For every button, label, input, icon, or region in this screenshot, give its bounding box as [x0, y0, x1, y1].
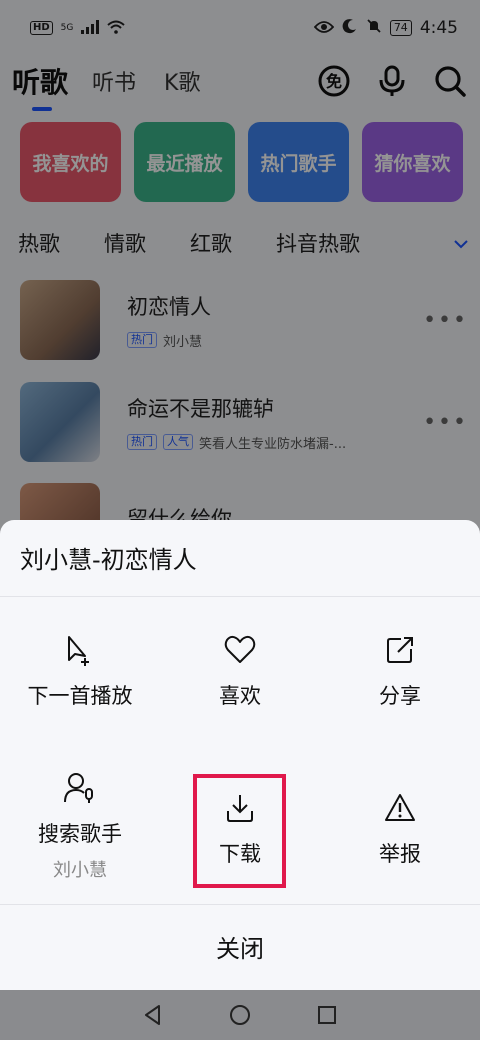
share-label: 分享	[379, 684, 421, 708]
sheet-title: 刘小慧-初恋情人	[20, 546, 197, 574]
share-icon	[382, 632, 418, 668]
play-next-label: 下一首播放	[27, 684, 133, 708]
divider	[0, 904, 480, 905]
recents-icon[interactable]	[312, 1000, 342, 1030]
divider	[0, 596, 480, 597]
home-icon[interactable]	[225, 1000, 255, 1030]
like-button[interactable]: 喜欢	[160, 632, 320, 710]
report-button[interactable]: 举报	[320, 790, 480, 868]
back-icon[interactable]	[138, 1000, 168, 1030]
search-singer-label: 搜索歌手	[38, 822, 122, 846]
system-nav-bar	[0, 990, 480, 1040]
report-icon	[382, 790, 418, 826]
singer-name: 刘小慧	[53, 860, 107, 881]
report-label: 举报	[379, 842, 421, 866]
search-singer-icon	[62, 770, 98, 806]
play-next-icon	[62, 632, 98, 668]
song-options-sheet: 刘小慧-初恋情人 下一首播放 喜欢 分享 搜索歌手 刘小慧 下载 举报 关闭	[0, 520, 480, 990]
search-singer-button[interactable]: 搜索歌手 刘小慧	[0, 770, 160, 882]
share-button[interactable]: 分享	[320, 632, 480, 710]
play-next-button[interactable]: 下一首播放	[0, 632, 160, 710]
heart-icon	[222, 632, 258, 668]
close-button[interactable]: 关闭	[0, 906, 480, 986]
like-label: 喜欢	[219, 684, 261, 708]
download-highlight	[193, 774, 286, 888]
